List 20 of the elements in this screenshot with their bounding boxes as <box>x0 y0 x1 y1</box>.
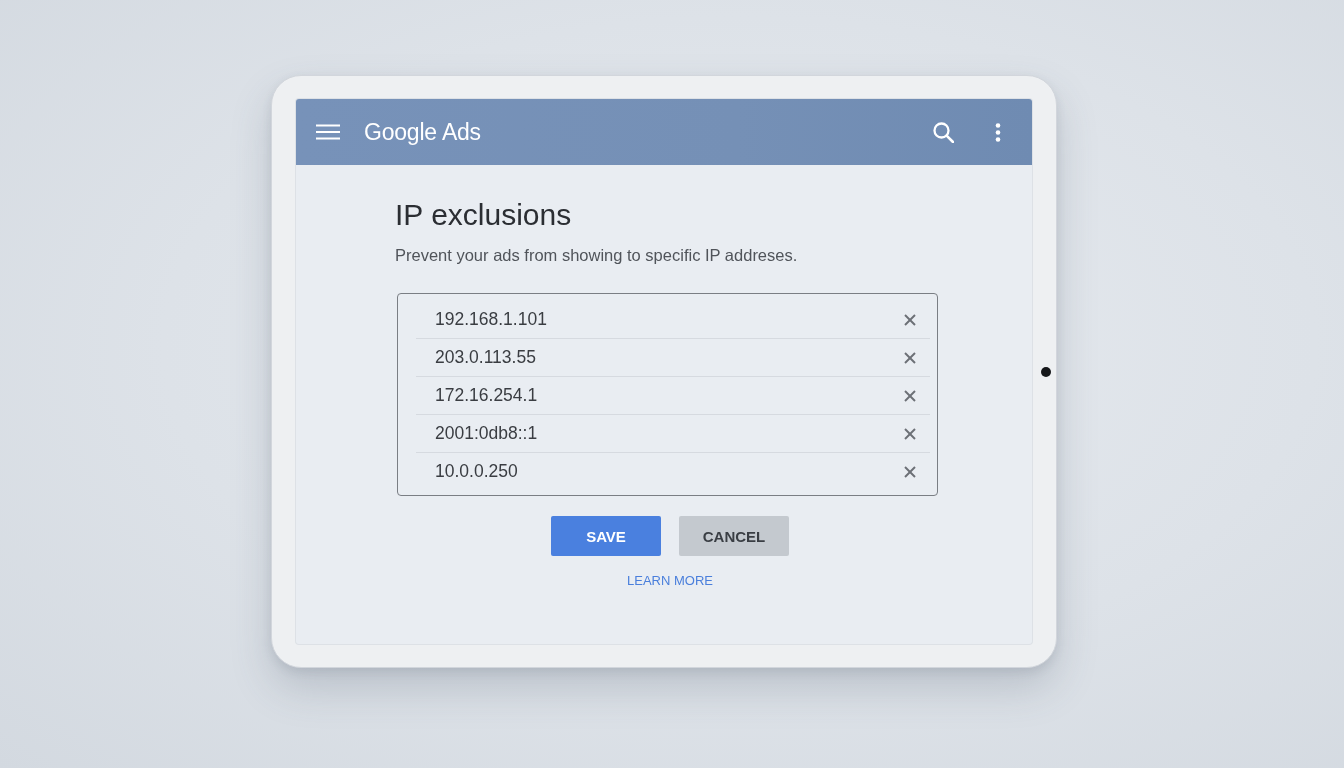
remove-icon[interactable] <box>904 351 916 364</box>
menu-icon[interactable] <box>316 124 340 140</box>
ip-address-text: 192.168.1.101 <box>435 309 548 330</box>
remove-icon[interactable] <box>904 427 916 440</box>
page-description: Prevent your ads from showing to specific IP addreses. <box>395 245 799 266</box>
ip-address-text: 10.0.0.250 <box>435 461 519 482</box>
save-button[interactable]: SAVE <box>551 516 661 556</box>
ip-address-text: 2001:0db8::1 <box>435 423 539 444</box>
remove-icon[interactable] <box>904 389 916 402</box>
page-title: IP exclusions <box>395 197 573 233</box>
ip-address-text: 203.0.113.55 <box>435 347 537 368</box>
more-options-icon[interactable] <box>995 122 1001 142</box>
cancel-button[interactable]: CANCEL <box>679 516 789 556</box>
search-icon[interactable] <box>933 121 954 143</box>
remove-icon[interactable] <box>904 465 916 478</box>
ip-address-text: 172.16.254.1 <box>435 385 539 406</box>
app-title: Google Ads <box>364 118 481 146</box>
learn-more-link[interactable]: LEARN MORE <box>627 573 713 589</box>
camera-icon <box>1040 366 1051 377</box>
remove-icon[interactable] <box>904 313 916 326</box>
